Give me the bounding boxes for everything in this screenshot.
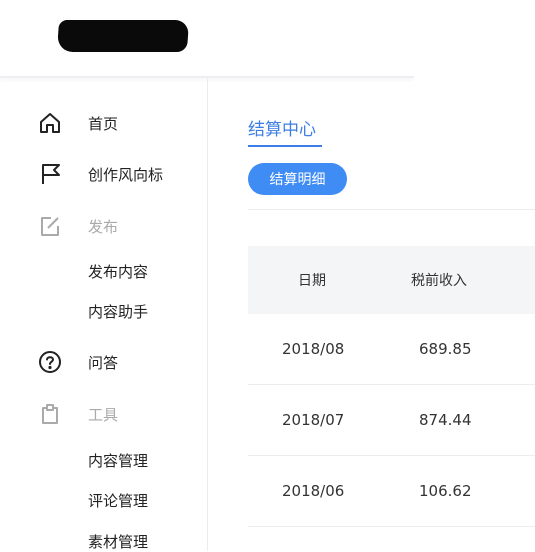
content-divider bbox=[248, 209, 535, 210]
cell-income: 689.85 bbox=[419, 340, 472, 358]
sidebar-item-content-assistant[interactable]: 内容助手 bbox=[88, 301, 148, 322]
table-row: 2018/06 106.62 bbox=[248, 456, 535, 527]
sidebar: 首页 创作风向标 发布 发布内容 内容助手 问答 工具 内容管理 评论管理 素材… bbox=[0, 80, 207, 551]
row-divider bbox=[248, 526, 535, 527]
table-header: 日期 税前收入 bbox=[248, 246, 535, 314]
clipboard-icon bbox=[38, 402, 62, 426]
sidebar-item-label: 首页 bbox=[88, 114, 119, 133]
column-header-date: 日期 bbox=[298, 273, 326, 289]
cell-date: 2018/07 bbox=[282, 411, 345, 429]
flag-icon bbox=[38, 162, 62, 186]
edit-icon bbox=[38, 214, 62, 238]
cell-date: 2018/06 bbox=[282, 482, 345, 500]
table-row: 2018/07 874.44 bbox=[248, 385, 535, 456]
settlement-details-button[interactable]: 结算明细 bbox=[248, 163, 347, 195]
home-icon bbox=[38, 111, 62, 135]
sidebar-section-tools: 工具 bbox=[0, 397, 207, 431]
sidebar-item-publish-content[interactable]: 发布内容 bbox=[88, 261, 148, 282]
cell-income: 874.44 bbox=[419, 411, 472, 429]
sidebar-item-qa[interactable]: 问答 bbox=[0, 345, 207, 379]
tab-settlement-center[interactable]: 结算中心 bbox=[248, 115, 316, 140]
tab-active-indicator bbox=[248, 145, 322, 147]
sidebar-section-publish: 发布 bbox=[0, 209, 207, 243]
main-content: 结算中心 结算明细 日期 税前收入 2018/08 689.85 2018/07… bbox=[208, 78, 535, 551]
sidebar-item-content-management[interactable]: 内容管理 bbox=[88, 450, 148, 471]
sidebar-item-comment-management[interactable]: 评论管理 bbox=[88, 490, 148, 511]
column-header-pretax-income: 税前收入 bbox=[411, 273, 467, 289]
header bbox=[0, 0, 535, 78]
sidebar-item-material-management[interactable]: 素材管理 bbox=[88, 531, 148, 552]
cell-date: 2018/08 bbox=[282, 340, 345, 358]
sidebar-item-label: 问答 bbox=[88, 353, 119, 372]
sidebar-item-home[interactable]: 首页 bbox=[0, 106, 207, 140]
cell-income: 106.62 bbox=[419, 482, 472, 500]
sidebar-item-trend[interactable]: 创作风向标 bbox=[0, 157, 207, 191]
redacted-account-name bbox=[56, 20, 190, 52]
question-icon bbox=[38, 350, 62, 374]
sidebar-section-label: 工具 bbox=[88, 405, 119, 424]
sidebar-section-label: 发布 bbox=[88, 217, 119, 236]
sidebar-item-label: 创作风向标 bbox=[88, 165, 164, 184]
table-row: 2018/08 689.85 bbox=[248, 314, 535, 385]
